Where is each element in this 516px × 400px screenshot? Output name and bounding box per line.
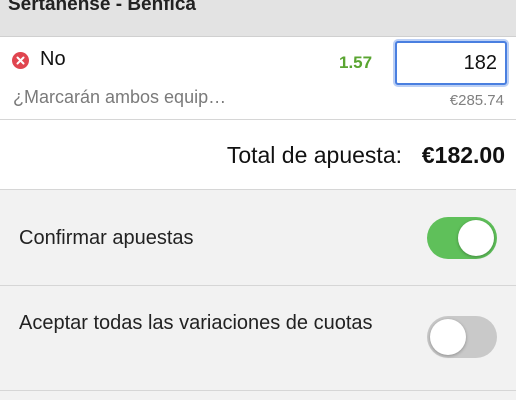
total-stake-value: €182.00 <box>421 142 505 168</box>
stake-input[interactable] <box>395 41 507 85</box>
close-circle-icon[interactable] <box>12 52 29 69</box>
market-name: ¿Marcarán ambos equip… <box>13 87 227 107</box>
confirm-bets-label: Confirmar apuestas <box>19 227 194 249</box>
accept-odds-changes-label: Aceptar todas las variaciones de cuotas <box>19 312 373 334</box>
event-title: Sertanense - Benfica <box>8 0 196 15</box>
confirm-bets-toggle[interactable] <box>427 217 497 259</box>
accept-odds-changes-toggle[interactable] <box>427 316 497 358</box>
potential-return: €285.74 <box>449 92 504 109</box>
odds-value: 1.57 <box>339 53 373 72</box>
toggle-knob <box>458 220 494 256</box>
total-stake-label: Total de apuesta: <box>226 142 402 168</box>
selection-name: No <box>40 48 66 70</box>
event-header: Sertanense - Benfica <box>0 0 516 37</box>
toggle-knob <box>430 319 466 355</box>
